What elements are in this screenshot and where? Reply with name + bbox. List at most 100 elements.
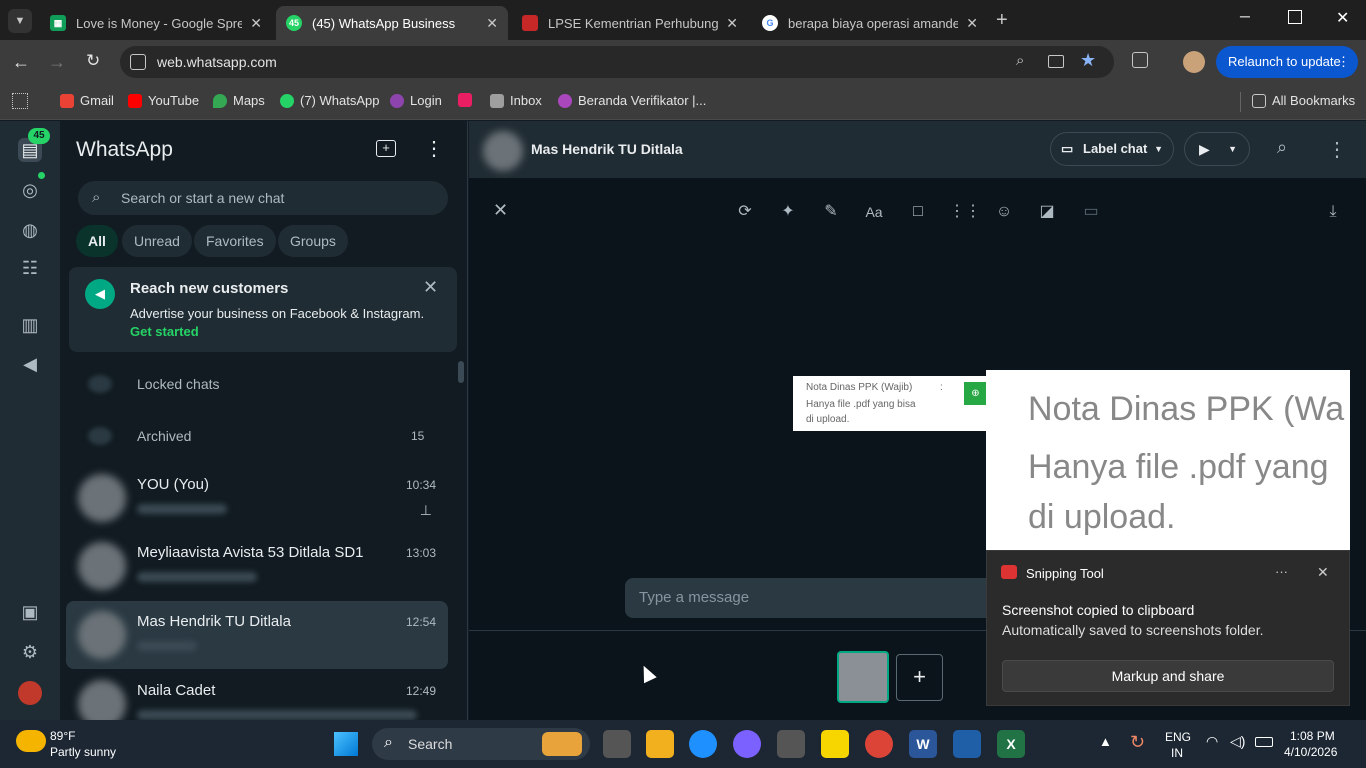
pencil-icon[interactable]: ✎	[819, 200, 843, 224]
new-tab-button[interactable]: +	[996, 8, 1016, 32]
back-icon[interactable]: ←	[12, 52, 30, 73]
chat-row-mas-hendrik[interactable]: Mas Hendrik TU Ditlala 12:54	[66, 601, 448, 669]
search-input[interactable]: ⌕ Search or start a new chat	[78, 181, 448, 215]
zoom-icon[interactable]: ⌕	[1016, 52, 1024, 69]
hd-icon[interactable]: ▭	[1079, 200, 1103, 224]
clock-date[interactable]: 4/10/2026	[1284, 745, 1337, 759]
close-tab-icon[interactable]: ✕	[486, 15, 498, 32]
filter-groups[interactable]: Groups	[278, 225, 348, 257]
bookmark-beranda[interactable]: Beranda Verifikator |...	[558, 93, 706, 108]
rectangle-icon[interactable]: □	[906, 200, 930, 224]
close-icon[interactable]: ✕	[1317, 564, 1329, 581]
close-promo-icon[interactable]: ✕	[423, 277, 438, 298]
start-button[interactable]	[334, 732, 358, 756]
camera-icon[interactable]	[777, 730, 805, 758]
reload-icon[interactable]: ↻	[86, 51, 100, 71]
restore-button[interactable]	[1288, 10, 1302, 24]
sticker-icon[interactable]: ◪	[1035, 200, 1059, 224]
install-app-icon[interactable]	[1048, 55, 1064, 68]
volume-icon[interactable]: ◁)	[1230, 733, 1245, 750]
wifi-icon[interactable]: ◠	[1206, 733, 1218, 750]
menu-icon[interactable]: ⋮	[1327, 137, 1347, 162]
filter-unread[interactable]: Unread	[122, 225, 192, 257]
markup-and-share-button[interactable]: Markup and share	[1002, 660, 1334, 692]
get-started-link[interactable]: Get started	[130, 324, 199, 339]
chrome-icon[interactable]	[865, 730, 893, 758]
close-icon[interactable]: ✕	[493, 200, 508, 221]
battery-icon[interactable]	[1255, 737, 1273, 747]
tab-spreadsheet[interactable]: ▦ Love is Money - Google Spread ✕	[40, 6, 272, 40]
close-tab-icon[interactable]: ✕	[966, 15, 978, 32]
thumbnail-selected[interactable]	[837, 651, 889, 703]
bookmark-pinwheel[interactable]	[458, 93, 478, 107]
video-call-button[interactable]: ▶ ▼	[1184, 132, 1250, 166]
label-chat-button[interactable]: ▭ Label chat ▼	[1050, 132, 1174, 166]
bookmark-maps[interactable]: Maps	[213, 93, 265, 108]
tab-whatsapp[interactable]: 45 (45) WhatsApp Business ✕	[276, 6, 508, 40]
bookmark-whatsapp[interactable]: (7) WhatsApp	[280, 93, 379, 108]
taskbar-search[interactable]: ⌕ Search	[372, 728, 590, 760]
catalog-icon[interactable]: ▥	[18, 313, 42, 337]
status-icon[interactable]: ◎	[18, 178, 42, 202]
contact-name[interactable]: Mas Hendrik TU Ditlala	[531, 141, 683, 157]
advertise-icon[interactable]: ◀	[18, 352, 42, 376]
download-icon[interactable]: ⤓	[1321, 200, 1345, 224]
menu-icon[interactable]: ⋮	[424, 136, 444, 161]
bookmark-login[interactable]: Login	[390, 93, 442, 108]
edge-icon[interactable]	[689, 730, 717, 758]
bookmark-inbox[interactable]: Inbox	[490, 93, 542, 108]
tab-search-button[interactable]: ▼	[8, 9, 32, 33]
language-region[interactable]: IN	[1171, 746, 1183, 760]
word-icon[interactable]: W	[909, 730, 937, 758]
sticky-notes-icon[interactable]	[821, 730, 849, 758]
forward-icon[interactable]: →	[48, 52, 66, 73]
close-window-button[interactable]: ✕	[1336, 8, 1352, 28]
bookmark-star-icon[interactable]: ★	[1080, 50, 1096, 71]
blur-grid-icon[interactable]: ⋮⋮	[949, 200, 981, 224]
close-tab-icon[interactable]: ✕	[250, 15, 262, 32]
close-tab-icon[interactable]: ✕	[726, 15, 738, 32]
clock-time[interactable]: 1:08 PM	[1290, 729, 1335, 743]
weather-icon[interactable]	[16, 730, 46, 752]
all-bookmarks[interactable]: All Bookmarks	[1252, 93, 1355, 108]
excel-icon[interactable]: X	[997, 730, 1025, 758]
new-chat-icon[interactable]: +	[376, 140, 396, 157]
profile-avatar[interactable]	[18, 681, 42, 705]
contact-avatar[interactable]	[483, 131, 523, 171]
copilot-icon[interactable]	[733, 730, 761, 758]
tab-google-search[interactable]: G berapa biaya operasi amandel - ✕	[752, 6, 988, 40]
minimize-button[interactable]: ─	[1240, 8, 1262, 24]
crop-rotate-icon[interactable]: ⟳	[733, 200, 757, 224]
extensions-icon[interactable]	[1132, 52, 1148, 68]
sync-icon[interactable]: ↻	[1130, 732, 1145, 753]
scrollbar-thumb[interactable]	[458, 361, 464, 383]
communities-icon[interactable]: ☷	[18, 256, 42, 280]
task-view-icon[interactable]	[603, 730, 631, 758]
archived-row[interactable]: Archived 15	[66, 415, 448, 457]
settings-icon[interactable]: ⚙	[18, 640, 42, 664]
magic-wand-icon[interactable]: ✦	[776, 200, 800, 224]
snipping-preview-image[interactable]: Nota Dinas PPK (Wa Hanya file .pdf yang …	[986, 370, 1350, 550]
profile-avatar[interactable]	[1183, 51, 1205, 73]
chevron-up-icon[interactable]: ▲	[1099, 734, 1112, 749]
channels-icon[interactable]: ◍	[18, 218, 42, 242]
relaunch-button[interactable]: Relaunch to update ⋮	[1216, 46, 1358, 78]
text-icon[interactable]: Aa	[862, 200, 886, 224]
media-icon[interactable]: ▣	[18, 600, 42, 624]
more-icon[interactable]: ···	[1275, 564, 1288, 579]
tab-lpse[interactable]: LPSE Kementrian Perhubungan ✕	[512, 6, 748, 40]
file-explorer-icon[interactable]	[646, 730, 674, 758]
site-info-icon[interactable]	[130, 54, 146, 70]
bookmark-youtube[interactable]: YouTube	[128, 93, 199, 108]
chat-row-meyliaavista[interactable]: Meyliaavista Avista 53 Ditlala SD1 13:03	[66, 532, 448, 600]
apps-grid-icon[interactable]	[12, 93, 28, 109]
search-icon[interactable]: ⌕	[1277, 137, 1287, 158]
locked-chats-row[interactable]: Locked chats	[66, 363, 448, 405]
emoji-icon[interactable]: ☺	[992, 200, 1016, 224]
calculator-icon[interactable]	[953, 730, 981, 758]
filter-all[interactable]: All	[76, 225, 118, 257]
filter-favorites[interactable]: Favorites	[194, 225, 276, 257]
chat-row-you[interactable]: YOU (You) 10:34 ⊥	[66, 464, 448, 532]
language-code[interactable]: ENG	[1165, 730, 1191, 744]
add-media-button[interactable]: +	[896, 654, 943, 701]
